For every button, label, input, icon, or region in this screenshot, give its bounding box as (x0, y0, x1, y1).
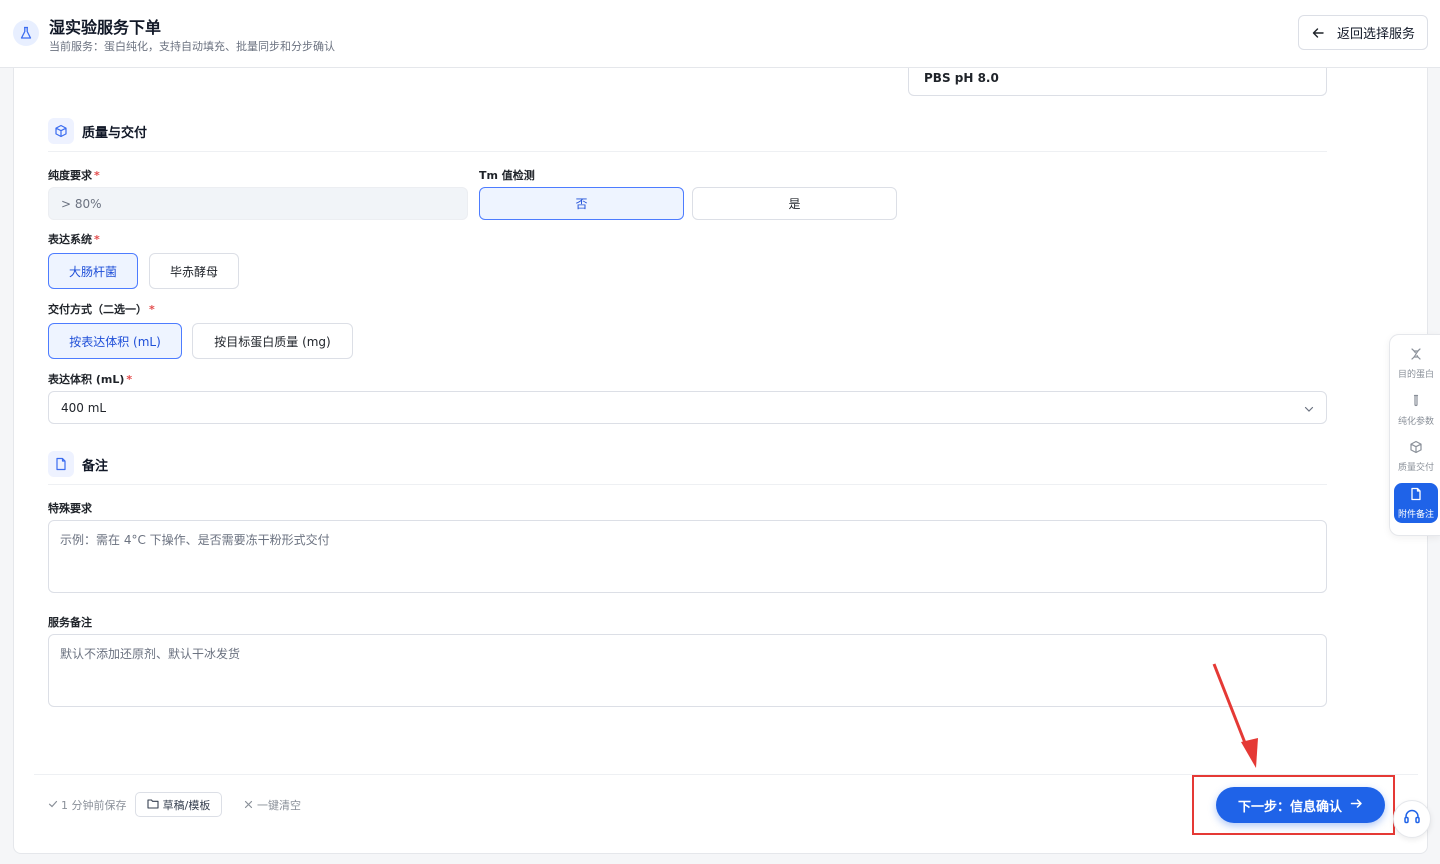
side-nav-label: 目的蛋白 (1397, 369, 1434, 380)
side-nav-quality[interactable]: 质量交付 (1394, 436, 1438, 476)
side-nav-label: 附件备注 (1397, 509, 1434, 520)
side-nav-attachments[interactable]: 附件备注 (1394, 483, 1438, 523)
file-icon (1409, 487, 1423, 504)
side-nav-target-protein[interactable]: 目的蛋白 (1394, 343, 1438, 383)
side-nav-purification[interactable]: 纯化参数 (1394, 390, 1438, 430)
side-nav-label: 纯化参数 (1397, 416, 1434, 427)
dna-icon (1409, 347, 1423, 364)
test-tube-icon (1409, 394, 1423, 411)
headset-icon (1402, 807, 1422, 831)
annotation-arrow-head (1241, 738, 1258, 768)
annotation-overlay (1212, 663, 1258, 768)
side-nav: 目的蛋白 纯化参数 质量交付 附件备注 (1389, 334, 1440, 536)
annotation-arrow-line (1212, 663, 1249, 749)
box-icon (1409, 440, 1423, 457)
side-nav-label: 质量交付 (1397, 462, 1434, 473)
customer-support-button[interactable] (1393, 800, 1431, 838)
